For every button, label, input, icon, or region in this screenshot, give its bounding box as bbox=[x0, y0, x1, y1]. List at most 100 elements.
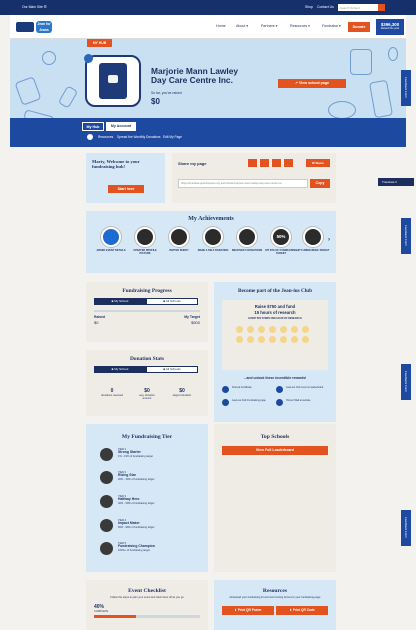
tier-title: My Fundraising Tier bbox=[121, 434, 173, 440]
contact-link[interactable]: Contact Us bbox=[317, 5, 334, 9]
heart-icon bbox=[302, 336, 309, 343]
heart-icon bbox=[236, 326, 243, 333]
linkedin-icon[interactable] bbox=[272, 159, 281, 167]
feedback-tab[interactable]: Feedback Form bbox=[401, 218, 411, 254]
progress-my-school-tab[interactable]: ■ My School bbox=[94, 298, 146, 305]
fifty-percent-icon: 50% bbox=[271, 227, 291, 247]
home-icon[interactable] bbox=[87, 134, 93, 140]
subnav-edit-my-page[interactable]: Edit My Page bbox=[163, 135, 182, 139]
nav-home[interactable]: Home bbox=[216, 24, 226, 28]
page-icon bbox=[222, 399, 229, 406]
view-school-page-button[interactable]: ↗ View school page bbox=[278, 79, 346, 88]
heart-hand-icon bbox=[203, 227, 223, 247]
view-leaderboard-button[interactable]: View Full Leaderboard bbox=[222, 446, 328, 455]
raised-value: $0 bbox=[94, 320, 99, 325]
doodle-icon bbox=[42, 51, 56, 65]
nav-partners[interactable]: Partners ▾ bbox=[261, 24, 277, 28]
heart-icon bbox=[269, 326, 276, 333]
fundraising-progress-card: Fundraising Progress ■ My School ■ All S… bbox=[86, 282, 208, 342]
tab-my-account[interactable]: My Account bbox=[106, 122, 136, 131]
top-schools-title: Top Schools bbox=[260, 434, 290, 440]
donation-stats-card: Donation Stats ■ My School ■ All Schools… bbox=[86, 350, 208, 416]
charity-logo[interactable] bbox=[16, 22, 34, 32]
nav-about[interactable]: About ▾ bbox=[236, 24, 248, 28]
heart-icon bbox=[236, 336, 243, 343]
whatsapp-icon[interactable] bbox=[284, 159, 293, 167]
achievement-added-event: ADDED EVENT DETAILS bbox=[94, 227, 128, 252]
share-card: Share my page ✉ Share https://fundraise.… bbox=[172, 153, 336, 203]
school-avatar[interactable] bbox=[84, 54, 141, 107]
main-site-link[interactable]: Our Main Site ☰ bbox=[22, 5, 47, 9]
feedback-tab[interactable]: Feedback Form bbox=[401, 364, 411, 400]
doodle-icon bbox=[369, 79, 393, 119]
feedback-tab[interactable]: Feedback Form bbox=[401, 510, 411, 546]
raised-label: Raised this year bbox=[380, 27, 400, 30]
donation-title: Donation Stats bbox=[130, 356, 164, 362]
share-link-field[interactable]: https://fundraise.jeansforjeans.org.au/s… bbox=[178, 179, 308, 188]
heart-icon bbox=[247, 336, 254, 343]
certificate-icon bbox=[222, 386, 229, 393]
chevron-right-icon[interactable]: › bbox=[328, 237, 330, 243]
start-here-button[interactable]: Start here bbox=[108, 185, 144, 193]
club-sub: EVERY $50 FUNDS ONE HOUR OF RESEARCH bbox=[248, 317, 302, 320]
subnav-my-donations[interactable]: My Donations bbox=[141, 135, 161, 139]
progress-all-schools-tab[interactable]: ■ All Schools bbox=[146, 298, 198, 305]
print-qr-code-button[interactable]: ⬇ Print QR Code bbox=[276, 606, 328, 615]
twitter-icon[interactable] bbox=[260, 159, 269, 167]
donate-button[interactable]: Donate bbox=[348, 22, 370, 32]
nav-resources[interactable]: Resources ▾ bbox=[290, 24, 310, 28]
feedback-tab[interactable]: Feedback Form bbox=[401, 70, 411, 106]
target-label: My Target bbox=[184, 315, 200, 319]
heart-icon bbox=[302, 326, 309, 333]
club-raise: Raise $750 and fund bbox=[254, 304, 296, 309]
achievements-title: My Achievements bbox=[188, 216, 234, 222]
impact-maker-icon bbox=[100, 519, 113, 532]
search-icon[interactable] bbox=[378, 4, 385, 11]
stat-largest: $0 largest donation bbox=[172, 388, 192, 397]
welcome-text: Marty, Welcome to your fundraising hub! bbox=[92, 159, 140, 170]
club-hours: 15 hours of research bbox=[254, 310, 296, 315]
heart-icon bbox=[258, 326, 265, 333]
donation-my-school-tab[interactable]: ■ My School bbox=[94, 366, 146, 373]
doodle-icon bbox=[57, 85, 79, 109]
subnav-resources[interactable]: Resources bbox=[98, 135, 113, 139]
school-name: Marjorie Mann Lawley Day Care Centre Inc… bbox=[151, 66, 239, 85]
search-input[interactable]: Search School bbox=[338, 4, 378, 11]
subnav-spread-the-word[interactable]: Spread the Word bbox=[117, 135, 141, 139]
hub-tabs-bar: My Hub My Account Resources Spread the W… bbox=[10, 118, 406, 147]
share-more-button[interactable]: ✉ Share bbox=[306, 159, 330, 167]
top-schools-card: Top Schools View Full Leaderboard bbox=[214, 424, 336, 572]
stat-average: $0 avg. donation amount bbox=[139, 388, 155, 400]
heart-icon bbox=[280, 336, 287, 343]
edit-avatar-icon[interactable] bbox=[84, 54, 93, 63]
welcome-card: Marty, Welcome to your fundraising hub! … bbox=[86, 153, 165, 203]
tab-my-hub[interactable]: My Hub bbox=[82, 122, 104, 131]
shop-link[interactable]: Shop bbox=[305, 5, 313, 9]
copy-link-button[interactable]: Copy bbox=[310, 179, 330, 188]
my-hub-badge: MY HUB bbox=[87, 39, 112, 47]
event-checklist-card: Event Checklist Follow the steps to plan… bbox=[86, 580, 208, 630]
club-unlock: ...and unlock these incredible rewards! bbox=[243, 376, 307, 380]
achievement-invited-buddy: INVITED BUDDY bbox=[162, 227, 196, 252]
donation-all-schools-tab[interactable]: ■ All Schools bbox=[146, 366, 198, 373]
club-title: Become part of the Jean-ius Club bbox=[238, 288, 312, 294]
print-qr-poster-button[interactable]: ⬇ Print QR Poster bbox=[222, 606, 274, 615]
resources-sub: Download your fundraising kit and start … bbox=[229, 596, 321, 599]
raised-so-far-label: So far, you've raised bbox=[151, 91, 182, 95]
main-nav: Jean for Jeans Home About ▾ Partners ▾ R… bbox=[10, 15, 406, 39]
nav-fundraise[interactable]: Fundraise ▾ bbox=[322, 24, 341, 28]
doodle-icon bbox=[388, 47, 398, 61]
crest-icon bbox=[276, 386, 283, 393]
rising-star-icon bbox=[100, 471, 113, 484]
buddy-icon bbox=[169, 227, 189, 247]
five-icon bbox=[237, 227, 257, 247]
checklist-sub: Follow the steps to plan your event and … bbox=[110, 596, 184, 599]
facebook-icon[interactable] bbox=[248, 159, 257, 167]
translate-button[interactable]: Translate ▾ bbox=[378, 178, 414, 186]
page: Our Main Site ☰ Shop Contact Us Search S… bbox=[0, 0, 416, 630]
top-utility-bar: Our Main Site ☰ Shop Contact Us Search S… bbox=[0, 0, 416, 15]
achievement-profile-picture: UPDATED PROFILE PICTURE bbox=[128, 227, 162, 255]
jeans-logo[interactable]: Jean for Jeans bbox=[36, 21, 52, 33]
raised-label: Raised bbox=[94, 315, 106, 319]
jeanius-club-card: Become part of the Jean-ius Club Raise $… bbox=[214, 282, 336, 422]
